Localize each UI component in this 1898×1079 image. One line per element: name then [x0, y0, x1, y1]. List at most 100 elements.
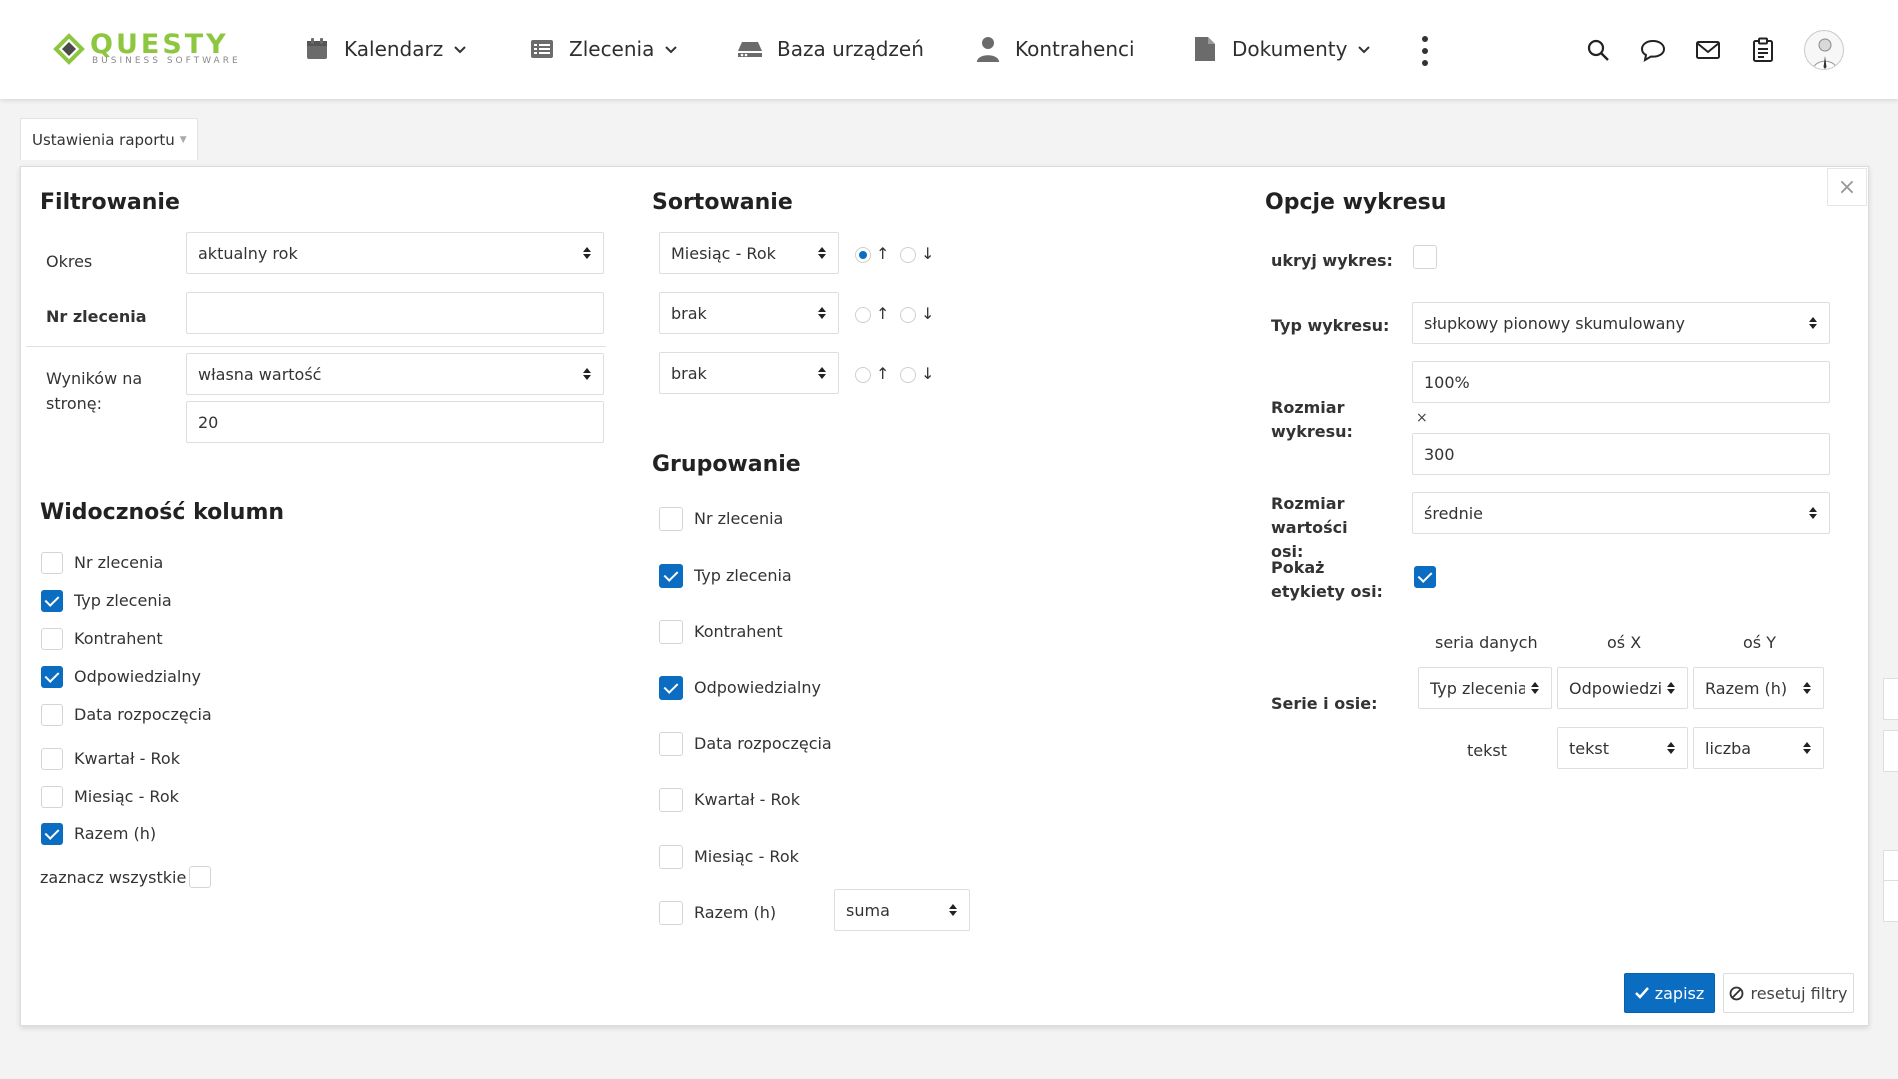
group-label-razem: Razem (h) [694, 903, 777, 922]
vis-checkbox-typ-zlecenia[interactable] [41, 590, 63, 612]
arrow-up-icon: ↑ [876, 364, 890, 383]
axis-size-select[interactable]: średnie [1412, 492, 1830, 534]
y-axis-type-select[interactable]: liczba [1693, 727, 1824, 769]
arrow-down-icon: ↓ [921, 304, 935, 323]
y-axis-select[interactable]: Razem (h) [1693, 667, 1824, 709]
divider [26, 346, 606, 347]
search-icon[interactable] [1584, 36, 1612, 64]
y-axis-type-value: liczba [1705, 738, 1752, 758]
series-header-y: oś Y [1743, 633, 1776, 652]
vis-checkbox-odpowiedzialny[interactable] [41, 666, 63, 688]
group-checkbox-razem[interactable] [659, 901, 683, 925]
chart-width-input[interactable]: 100% [1412, 361, 1830, 403]
wynikow-value-input[interactable]: 20 [186, 401, 604, 443]
group-checkbox-kontrahent[interactable] [659, 620, 683, 644]
vis-label-nr-zlecenia: Nr zlecenia [74, 553, 164, 572]
reset-filters-label: resetuj filtry [1750, 983, 1848, 1003]
okres-select[interactable]: aktualny rok [186, 232, 604, 274]
nav-baza-urzadzen[interactable]: Baza urządzeń [737, 34, 924, 64]
wynikow-value: 20 [198, 412, 219, 432]
close-icon[interactable]: × [1827, 168, 1867, 206]
select-arrows-icon [1803, 742, 1811, 754]
select-arrows-icon [583, 368, 591, 380]
sort-select-1-value: Miesiąc - Rok [671, 243, 776, 263]
sort-select-2[interactable]: brak [659, 292, 839, 334]
nav-kalendarz[interactable]: Kalendarz [304, 34, 467, 64]
sort-2-desc-radio[interactable] [900, 307, 916, 323]
select-arrows-icon [1809, 507, 1817, 519]
vis-checkbox-kontrahent[interactable] [41, 628, 63, 650]
vis-checkbox-miesiac-rok[interactable] [41, 786, 63, 808]
sort-2-asc-radio[interactable] [855, 307, 871, 323]
series-axes-label: Serie i osie: [1271, 694, 1378, 713]
chart-type-select[interactable]: słupkowy pionowy skumulowany [1412, 302, 1830, 344]
group-checkbox-nr-zlecenia[interactable] [659, 507, 683, 531]
group-checkbox-odpowiedzialny[interactable] [659, 676, 683, 700]
user-avatar[interactable] [1804, 30, 1844, 70]
questy-logo[interactable]: QUESTY BUSINESS SOFTWARE [52, 30, 252, 70]
more-menu-icon[interactable] [1414, 36, 1436, 66]
chat-icon[interactable] [1639, 36, 1667, 64]
side-tab-stub [1883, 678, 1898, 720]
x-axis-type-select[interactable]: tekst [1557, 727, 1688, 769]
chevron-down-icon [453, 42, 467, 56]
select-arrows-icon [1809, 317, 1817, 329]
logo-mark-icon [53, 33, 85, 65]
vis-label-data-rozpoczecia: Data rozpoczęcia [74, 705, 212, 724]
series-header-series: seria danych [1435, 633, 1538, 652]
aggregate-select[interactable]: suma [834, 889, 970, 931]
vis-checkbox-nr-zlecenia[interactable] [41, 552, 63, 574]
sort-3-desc-radio[interactable] [900, 367, 916, 383]
report-settings-tab[interactable]: Ustawienia raportu ▼ [20, 118, 198, 160]
sort-1-desc-radio[interactable] [900, 247, 916, 263]
sort-1-asc-radio[interactable] [855, 247, 871, 263]
chart-type-label: Typ wykresu: [1271, 316, 1390, 335]
clipboard-icon[interactable] [1749, 36, 1777, 64]
nr-zlecenia-text[interactable] [198, 303, 603, 323]
save-button[interactable]: zapisz [1624, 973, 1715, 1013]
save-button-label: zapisz [1654, 983, 1705, 1003]
show-axis-labels-checkbox[interactable] [1414, 566, 1436, 588]
grouping-heading: Grupowanie [652, 452, 801, 477]
wynikow-label: Wyników na stronę: [46, 369, 143, 413]
hide-chart-checkbox[interactable] [1413, 245, 1437, 269]
vis-checkbox-data-rozpoczecia[interactable] [41, 704, 63, 726]
select-arrows-icon [949, 904, 957, 916]
reset-filters-button[interactable]: resetuj filtry [1723, 973, 1854, 1013]
group-checkbox-typ-zlecenia[interactable] [659, 564, 683, 588]
sort-select-1[interactable]: Miesiąc - Rok [659, 232, 839, 274]
okres-label: Okres [46, 252, 93, 271]
ban-icon [1729, 986, 1744, 1001]
vis-checkbox-kwartal-rok[interactable] [41, 748, 63, 770]
okres-value: aktualny rok [198, 243, 298, 263]
vis-checkbox-razem[interactable] [41, 823, 63, 845]
select-arrows-icon [1667, 682, 1675, 694]
select-arrows-icon [818, 307, 826, 319]
sort-3-asc-radio[interactable] [855, 367, 871, 383]
vis-label-miesiac-rok: Miesiąc - Rok [74, 787, 179, 806]
nav-dokumenty[interactable]: Dokumenty [1192, 34, 1371, 64]
series-select[interactable]: Typ zlecenia [1418, 667, 1552, 709]
wynikow-select[interactable]: własna wartość [186, 353, 604, 395]
group-checkbox-data-rozpoczecia[interactable] [659, 732, 683, 756]
group-checkbox-kwartal-rok[interactable] [659, 788, 683, 812]
x-axis-select[interactable]: Odpowiedzialny [1557, 667, 1688, 709]
select-arrows-icon [1531, 682, 1539, 694]
nr-zlecenia-input[interactable] [186, 292, 604, 334]
arrow-up-icon: ↑ [876, 304, 890, 323]
chart-options-heading: Opcje wykresu [1265, 190, 1447, 215]
mail-icon[interactable] [1694, 36, 1722, 64]
select-all-checkbox[interactable] [189, 866, 211, 888]
chart-height-input[interactable]: 300 [1412, 433, 1830, 475]
calendar-icon [304, 36, 330, 62]
sorting-heading: Sortowanie [652, 190, 793, 215]
sort-select-3[interactable]: brak [659, 352, 839, 394]
select-arrows-icon [583, 247, 591, 259]
vis-label-razem: Razem (h) [74, 824, 157, 843]
nav-kontrahenci[interactable]: Kontrahenci [975, 34, 1135, 64]
nav-zlecenia[interactable]: Zlecenia [529, 34, 678, 64]
vis-label-kontrahent: Kontrahent [74, 629, 163, 648]
group-checkbox-miesiac-rok[interactable] [659, 845, 683, 869]
select-arrows-icon [1803, 682, 1811, 694]
group-label-typ-zlecenia: Typ zlecenia [694, 566, 792, 585]
